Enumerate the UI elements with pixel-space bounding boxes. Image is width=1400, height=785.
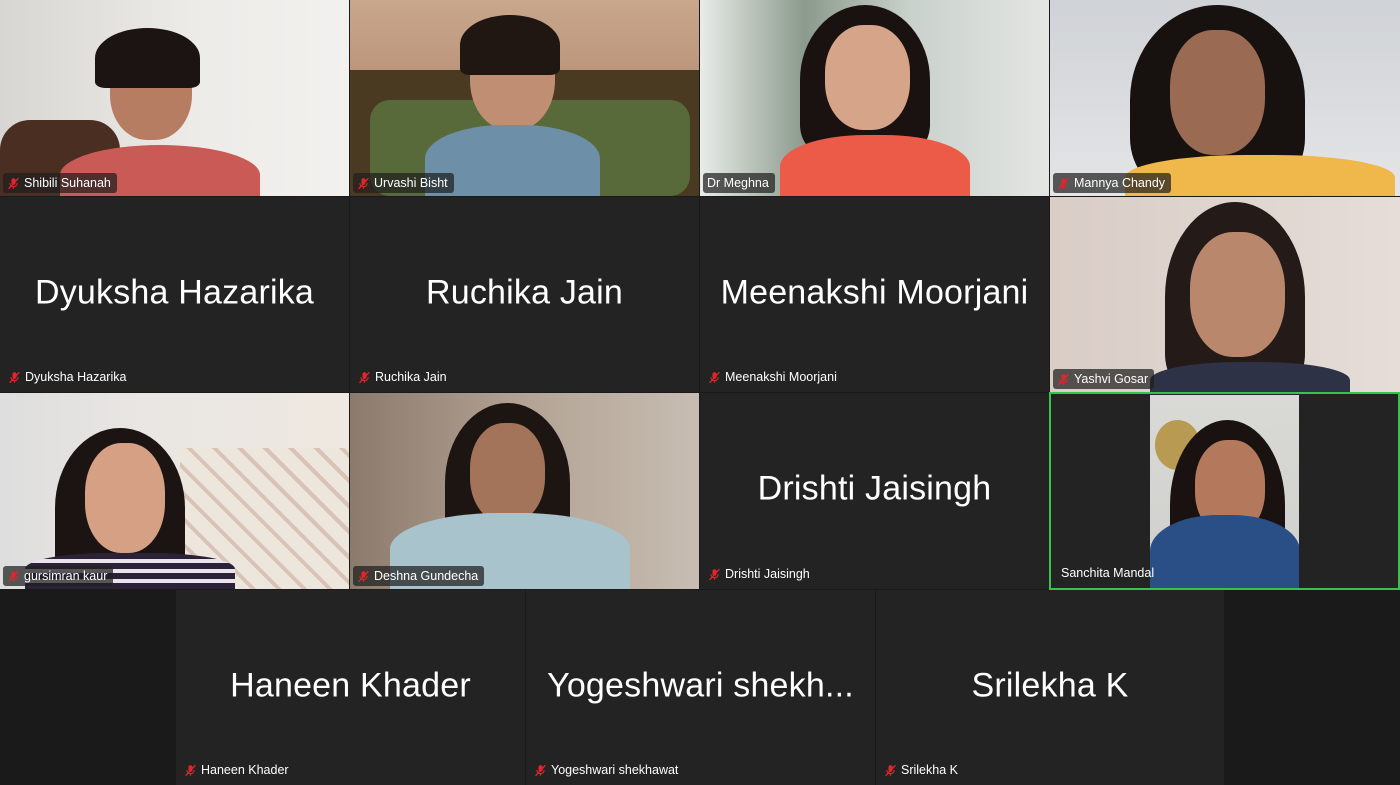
participant-label: Urvashi Bisht — [353, 173, 454, 193]
name-tile-drishti-jaisingh[interactable]: Drishti Jaisingh Drishti Jaisingh — [700, 393, 1049, 589]
participant-label: Haneen Khader — [180, 760, 295, 780]
name-tile-haneen-khader[interactable]: Haneen Khader Haneen Khader — [176, 590, 525, 785]
participant-name: Drishti Jaisingh — [725, 567, 810, 581]
video-tile-mannya-chandy[interactable]: Mannya Chandy — [1050, 0, 1400, 196]
participant-name: Urvashi Bisht — [374, 176, 448, 190]
participant-name: Ruchika Jain — [375, 370, 447, 384]
participant-name: Haneen Khader — [201, 763, 289, 777]
mic-muted-icon — [7, 177, 20, 190]
participant-name: Yashvi Gosar — [1074, 372, 1149, 386]
participant-label: Shibili Suhanah — [3, 173, 117, 193]
video-feed — [1050, 197, 1400, 392]
video-tile-gursimran-kaur[interactable]: gursimran kaur — [0, 393, 349, 589]
participant-label: Deshna Gundecha — [353, 566, 485, 586]
participant-name: Dyuksha Hazarika — [25, 370, 127, 384]
participant-display-name: Yogeshwari shekh... — [547, 666, 854, 705]
video-feed — [700, 0, 1049, 196]
participant-name: Srilekha K — [901, 763, 958, 777]
mic-muted-icon — [7, 570, 20, 583]
mic-muted-icon — [884, 764, 897, 777]
video-tile-sanchita-mandal-active-speaker[interactable]: Sanchita Mandal — [1049, 392, 1400, 590]
mic-muted-icon — [357, 570, 370, 583]
participant-name: Meenakshi Moorjani — [725, 370, 837, 384]
participant-name: Dr Meghna — [707, 176, 769, 190]
video-feed — [0, 393, 349, 589]
video-tile-urvashi-bisht[interactable]: Urvashi Bisht — [350, 0, 699, 196]
participant-label: Mannya Chandy — [1053, 173, 1172, 193]
participant-label: gursimran kaur — [3, 566, 114, 586]
participant-label: Dr Meghna — [703, 173, 775, 193]
video-feed — [0, 0, 349, 196]
name-tile-ruchika-jain[interactable]: Ruchika Jain Ruchika Jain — [350, 197, 699, 392]
participant-label: Srilekha K — [880, 760, 964, 780]
mic-muted-icon — [534, 764, 547, 777]
participant-display-name: Haneen Khader — [230, 666, 471, 705]
participant-label: Meenakshi Moorjani — [704, 367, 843, 387]
participant-name: Deshna Gundecha — [374, 569, 479, 583]
mic-muted-icon — [708, 371, 721, 384]
video-tile-shibili-suhanah[interactable]: Shibili Suhanah — [0, 0, 349, 196]
participant-display-name: Dyuksha Hazarika — [34, 273, 315, 312]
video-feed — [1150, 395, 1299, 588]
mic-muted-icon — [1057, 177, 1070, 190]
name-tile-dyuksha-hazarika[interactable]: Dyuksha Hazarika Dyuksha Hazarika — [0, 197, 349, 392]
name-tile-meenakshi-moorjani[interactable]: Meenakshi Moorjani Meenakshi Moorjani — [700, 197, 1049, 392]
video-tile-deshna-gundecha[interactable]: Deshna Gundecha — [350, 393, 699, 589]
mic-muted-icon — [184, 764, 197, 777]
participant-label: Ruchika Jain — [354, 367, 453, 387]
name-tile-yogeshwari-shekhawat[interactable]: Yogeshwari shekh... Yogeshwari shekhawat — [526, 590, 875, 785]
participant-display-name: Ruchika Jain — [425, 273, 624, 312]
participant-display-name: Meenakshi Moorjani — [720, 273, 1029, 312]
participant-name: Yogeshwari shekhawat — [551, 763, 679, 777]
participant-name: Mannya Chandy — [1074, 176, 1166, 190]
participant-label: Yashvi Gosar — [1053, 369, 1155, 389]
participant-name: Shibili Suhanah — [24, 176, 111, 190]
video-tile-yashvi-gosar[interactable]: Yashvi Gosar — [1050, 197, 1400, 392]
participant-label: Drishti Jaisingh — [704, 564, 816, 584]
mic-muted-icon — [357, 177, 370, 190]
video-feed — [350, 0, 699, 196]
mic-muted-icon — [708, 568, 721, 581]
participant-name: gursimran kaur — [24, 569, 108, 583]
name-tile-srilekha-k[interactable]: Srilekha K Srilekha K — [876, 590, 1224, 785]
mic-muted-icon — [8, 371, 21, 384]
participant-label: Yogeshwari shekhawat — [530, 760, 684, 780]
mic-muted-icon — [358, 371, 371, 384]
participant-label: Sanchita Mandal — [1057, 563, 1160, 583]
participant-name: Sanchita Mandal — [1061, 566, 1155, 580]
participant-display-name: Srilekha K — [971, 666, 1129, 705]
video-feed — [350, 393, 699, 589]
mic-muted-icon — [1057, 373, 1070, 386]
video-tile-dr-meghna[interactable]: Dr Meghna — [700, 0, 1049, 196]
participant-label: Dyuksha Hazarika — [4, 367, 132, 387]
video-feed — [1050, 0, 1400, 196]
participant-display-name: Drishti Jaisingh — [757, 469, 992, 508]
